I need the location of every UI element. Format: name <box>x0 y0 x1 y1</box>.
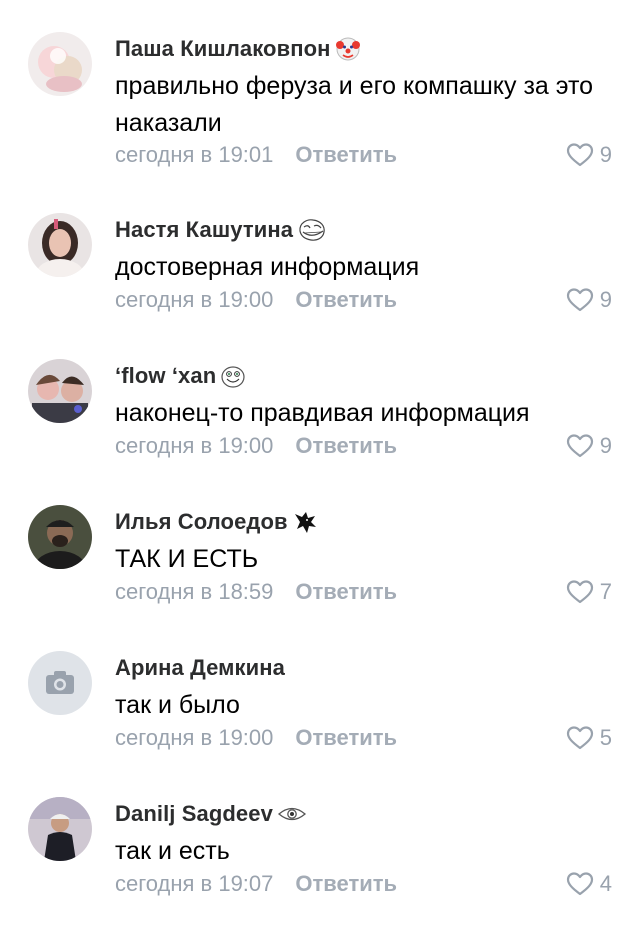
eye-icon <box>277 801 307 827</box>
comment-time: сегодня в 19:07 <box>115 871 274 896</box>
avatar[interactable] <box>28 213 92 277</box>
reply-button[interactable]: Ответить <box>295 871 397 897</box>
comment-meta: сегодня в 19:00 Ответить <box>115 431 397 461</box>
heart-outline-icon <box>566 580 593 604</box>
comment-item: Danilj Sagdeev так и есть сегодня в 19:0… <box>0 797 640 937</box>
clown-face-icon <box>335 36 361 62</box>
comment-meta: сегодня в 18:59 Ответить <box>115 577 397 607</box>
comment-time: сегодня в 19:01 <box>115 142 274 167</box>
reply-button[interactable]: Ответить <box>295 433 397 459</box>
like-count: 9 <box>599 433 612 458</box>
comment-author[interactable]: Настя Кашутина <box>115 217 293 243</box>
like-count: 4 <box>599 871 612 896</box>
like-button[interactable]: 9 <box>566 431 612 461</box>
like-button[interactable]: 7 <box>566 577 612 607</box>
camera-placeholder-icon <box>28 651 92 715</box>
avatar[interactable] <box>28 651 92 715</box>
trollface-icon <box>297 217 325 243</box>
comments-list: Паша Кишлаковпон правильно феруза и его … <box>0 0 640 919</box>
avatar[interactable] <box>28 359 92 423</box>
comment-author[interactable]: Арина Демкина <box>115 655 285 681</box>
comment-text: правильно феруза и его компашку за это н… <box>115 72 594 137</box>
comment-meta: сегодня в 19:01 Ответить <box>115 140 397 170</box>
heart-outline-icon <box>566 872 593 896</box>
comment-author[interactable]: Паша Кишлаковпон <box>115 36 331 62</box>
comment-item: Настя Кашутина достоверная информация се… <box>0 213 640 353</box>
avatar[interactable] <box>28 505 92 569</box>
comment-meta: сегодня в 19:00 Ответить <box>115 285 397 315</box>
reply-button[interactable]: Ответить <box>295 579 397 605</box>
dragon-logo-icon <box>292 509 318 535</box>
like-count: 5 <box>599 725 612 750</box>
heart-outline-icon <box>566 434 593 458</box>
comment-time: сегодня в 18:59 <box>115 579 274 604</box>
comment-item: ʻflow ʻxan наконец-то правдивая информац… <box>0 359 640 499</box>
comment-text: наконец-то правдивая информация <box>115 399 530 427</box>
happy-face-icon <box>220 363 246 389</box>
comment-time: сегодня в 19:00 <box>115 433 274 458</box>
comment-item: Илья Солоедов ТАК И ЕСТЬ сегодня в 18:59… <box>0 505 640 645</box>
comment-item: Арина Демкина так и было сегодня в 19:00… <box>0 651 640 791</box>
like-count: 9 <box>599 287 612 312</box>
reply-button[interactable]: Ответить <box>295 725 397 751</box>
heart-outline-icon <box>566 143 593 167</box>
comment-text: так и было <box>115 691 240 719</box>
avatar[interactable] <box>28 32 92 96</box>
like-count: 9 <box>599 142 612 167</box>
reply-button[interactable]: Ответить <box>295 142 397 168</box>
heart-outline-icon <box>566 726 593 750</box>
comment-meta: сегодня в 19:00 Ответить <box>115 723 397 753</box>
like-count: 7 <box>599 579 612 604</box>
comment-author[interactable]: Илья Солоедов <box>115 509 288 535</box>
comment-text: так и есть <box>115 837 230 865</box>
comment-time: сегодня в 19:00 <box>115 725 274 750</box>
like-button[interactable]: 4 <box>566 869 612 899</box>
comment-item: Паша Кишлаковпон правильно феруза и его … <box>0 32 640 172</box>
like-button[interactable]: 9 <box>566 285 612 315</box>
comment-author[interactable]: ʻflow ʻxan <box>115 363 216 389</box>
comment-text: достоверная информация <box>115 253 420 281</box>
avatar[interactable] <box>28 797 92 861</box>
like-button[interactable]: 9 <box>566 140 612 170</box>
reply-button[interactable]: Ответить <box>295 287 397 313</box>
heart-outline-icon <box>566 288 593 312</box>
comment-text: ТАК И ЕСТЬ <box>115 545 259 573</box>
comment-author[interactable]: Danilj Sagdeev <box>115 801 273 827</box>
like-button[interactable]: 5 <box>566 723 612 753</box>
comment-time: сегодня в 19:00 <box>115 287 274 312</box>
comment-meta: сегодня в 19:07 Ответить <box>115 869 397 899</box>
